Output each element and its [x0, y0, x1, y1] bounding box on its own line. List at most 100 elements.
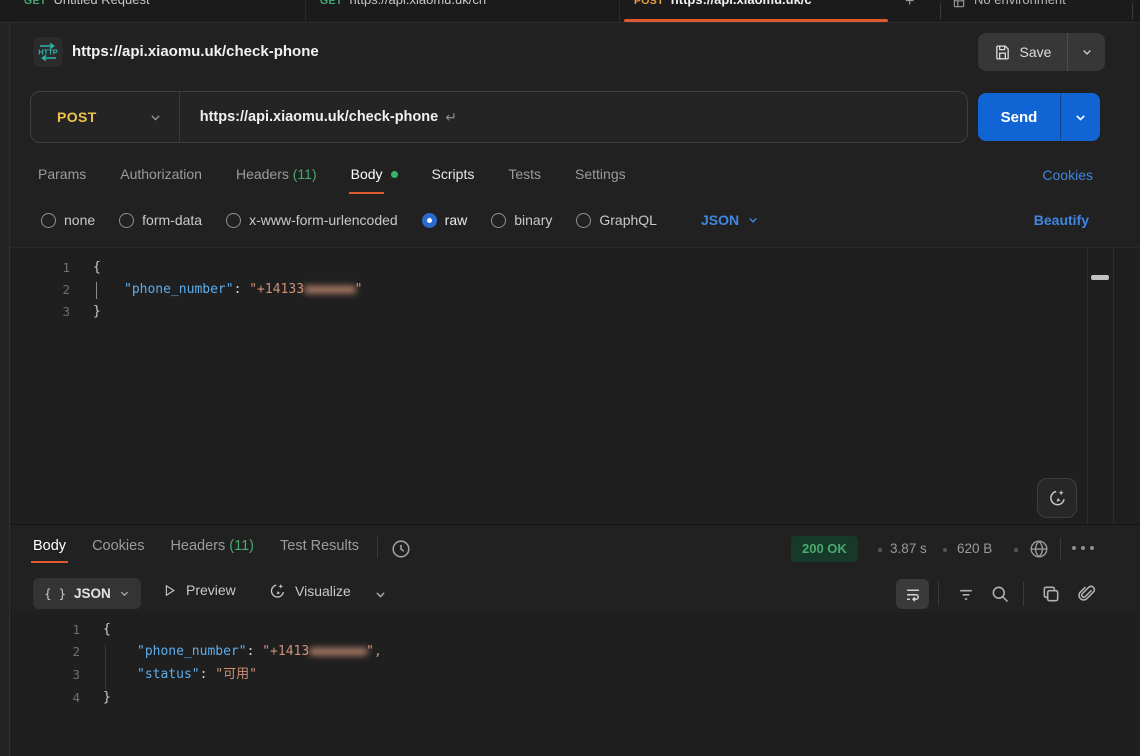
- line-number: 2: [10, 279, 70, 301]
- divider: [938, 582, 939, 606]
- network-globe-icon[interactable]: [1028, 538, 1050, 560]
- save-icon: [994, 44, 1011, 61]
- radio-form-data[interactable]: form-data: [119, 212, 202, 228]
- save-button[interactable]: Save: [978, 33, 1105, 71]
- json-value: "+1413: [262, 644, 309, 659]
- radio-graphql[interactable]: GraphQL: [576, 212, 657, 228]
- visualize-button[interactable]: Visualize: [268, 582, 351, 600]
- search-button[interactable]: [990, 584, 1010, 604]
- filter-button[interactable]: [956, 584, 976, 604]
- headers-count: (11): [229, 538, 254, 554]
- postbot-ai-button[interactable]: [1037, 478, 1077, 518]
- method-selector[interactable]: POST: [57, 109, 97, 125]
- environment-selector[interactable]: No environment: [952, 0, 1066, 9]
- save-button-main[interactable]: Save: [978, 33, 1067, 71]
- braces-icon: { }: [44, 587, 66, 601]
- radio-x-www-form-urlencoded[interactable]: x-www-form-urlencoded: [226, 212, 398, 228]
- visualize-options-chevron[interactable]: [374, 588, 387, 601]
- workspace-tab-3-active[interactable]: POST https://api.xiaomu.uk/c: [620, 0, 892, 22]
- tab-authorization[interactable]: Authorization: [120, 166, 202, 182]
- more-actions-button[interactable]: [1072, 546, 1094, 550]
- divider: [1023, 582, 1024, 606]
- chevron-down-icon: [1081, 46, 1093, 58]
- json-key: "phone_number": [124, 282, 234, 297]
- radio-label: GraphQL: [599, 212, 657, 228]
- response-tab-bar: Body Cookies Headers (11) Test Results: [33, 538, 359, 554]
- line-number: 1: [10, 619, 80, 641]
- code-token: :: [234, 282, 250, 297]
- tab-headers[interactable]: Headers (11): [236, 166, 317, 182]
- status-badge: 200 OK: [791, 536, 858, 562]
- radio-raw-selected[interactable]: raw: [422, 212, 468, 228]
- environment-label: No environment: [974, 0, 1066, 7]
- send-button[interactable]: Send: [978, 93, 1100, 141]
- tab-body[interactable]: Body: [351, 166, 398, 182]
- tab-headers-label: Headers: [236, 166, 289, 182]
- line-number: 3: [10, 301, 70, 323]
- chevron-down-icon: [119, 588, 130, 599]
- save-options-chevron[interactable]: [1068, 33, 1105, 71]
- environment-icon: [952, 0, 966, 9]
- code-token: {: [93, 260, 101, 275]
- link-button[interactable]: [1077, 584, 1097, 604]
- url-input[interactable]: https://api.xiaomu.uk/check-phone: [200, 109, 438, 125]
- request-body-editor[interactable]: 1 { 2 "phone_number": "+14133●●●●●●●●" 3…: [10, 247, 1140, 525]
- response-tab-body[interactable]: Body: [33, 538, 66, 554]
- send-options-chevron[interactable]: [1061, 93, 1100, 141]
- body-type-bar: none form-data x-www-form-urlencoded raw…: [41, 210, 759, 230]
- radio-circle: [422, 213, 437, 228]
- preview-button[interactable]: Preview: [162, 582, 236, 598]
- chevron-down-icon: [747, 214, 759, 226]
- json-key: "status": [137, 667, 200, 682]
- tab-params[interactable]: Params: [38, 166, 86, 182]
- new-tab-button[interactable]: +: [905, 0, 914, 11]
- response-size: 620 B: [957, 541, 992, 556]
- scrollbar-track[interactable]: [1087, 248, 1114, 524]
- tab-body-label: Body: [351, 166, 383, 182]
- chevron-down-icon: [1074, 111, 1087, 124]
- http-request-icon: HTTP: [33, 37, 63, 67]
- tab-settings[interactable]: Settings: [575, 166, 626, 182]
- play-icon: [162, 583, 177, 598]
- radio-circle: [226, 213, 241, 228]
- radio-circle: [119, 213, 134, 228]
- cookies-link[interactable]: Cookies: [1042, 167, 1093, 183]
- scrollbar-thumb[interactable]: [1091, 275, 1109, 280]
- tab-scripts[interactable]: Scripts: [432, 166, 475, 182]
- tab-title: https://api.xiaomu.uk/ch: [350, 0, 487, 7]
- json-value: "可用": [215, 667, 257, 682]
- beautify-link[interactable]: Beautify: [1034, 212, 1089, 228]
- tab-tests[interactable]: Tests: [508, 166, 541, 182]
- separator-dot: [943, 548, 947, 552]
- line-number: 2: [10, 641, 80, 663]
- json-key: "phone_number": [137, 644, 247, 659]
- workspace-tab-1[interactable]: GET Untitled Request: [10, 0, 306, 22]
- word-wrap-icon: [904, 585, 922, 603]
- radio-none[interactable]: none: [41, 212, 95, 228]
- language-dropdown[interactable]: JSON: [701, 212, 759, 228]
- visualize-label: Visualize: [295, 583, 351, 599]
- redacted-value: ●●●●●●●●●: [309, 644, 366, 659]
- response-history-icon[interactable]: [390, 538, 412, 560]
- word-wrap-button[interactable]: [896, 579, 929, 609]
- response-tab-test-results[interactable]: Test Results: [280, 538, 359, 554]
- copy-button[interactable]: [1041, 584, 1061, 604]
- app-window: GET Untitled Request GET https://api.xia…: [0, 0, 1140, 756]
- response-format-dropdown[interactable]: { } JSON: [33, 578, 141, 609]
- save-label: Save: [1020, 44, 1052, 60]
- response-body-editor[interactable]: 1 { 2 "phone_number": "+1413●●●●●●●●●", …: [10, 612, 1140, 756]
- line-number: 3: [10, 664, 80, 686]
- svg-text:HTTP: HTTP: [38, 48, 58, 57]
- chevron-down-icon[interactable]: [149, 111, 162, 124]
- radio-binary[interactable]: binary: [491, 212, 552, 228]
- radio-label: raw: [445, 212, 468, 228]
- send-label[interactable]: Send: [978, 93, 1060, 141]
- response-tab-cookies[interactable]: Cookies: [92, 538, 144, 554]
- workspace-tab-2[interactable]: GET https://api.xiaomu.uk/ch: [306, 0, 620, 22]
- return-key-glyph: ↵: [445, 109, 457, 126]
- radio-label: none: [64, 212, 95, 228]
- radio-label: form-data: [142, 212, 202, 228]
- radio-label: binary: [514, 212, 552, 228]
- response-tab-headers[interactable]: Headers (11): [170, 538, 254, 554]
- json-value: "+14133: [249, 282, 304, 297]
